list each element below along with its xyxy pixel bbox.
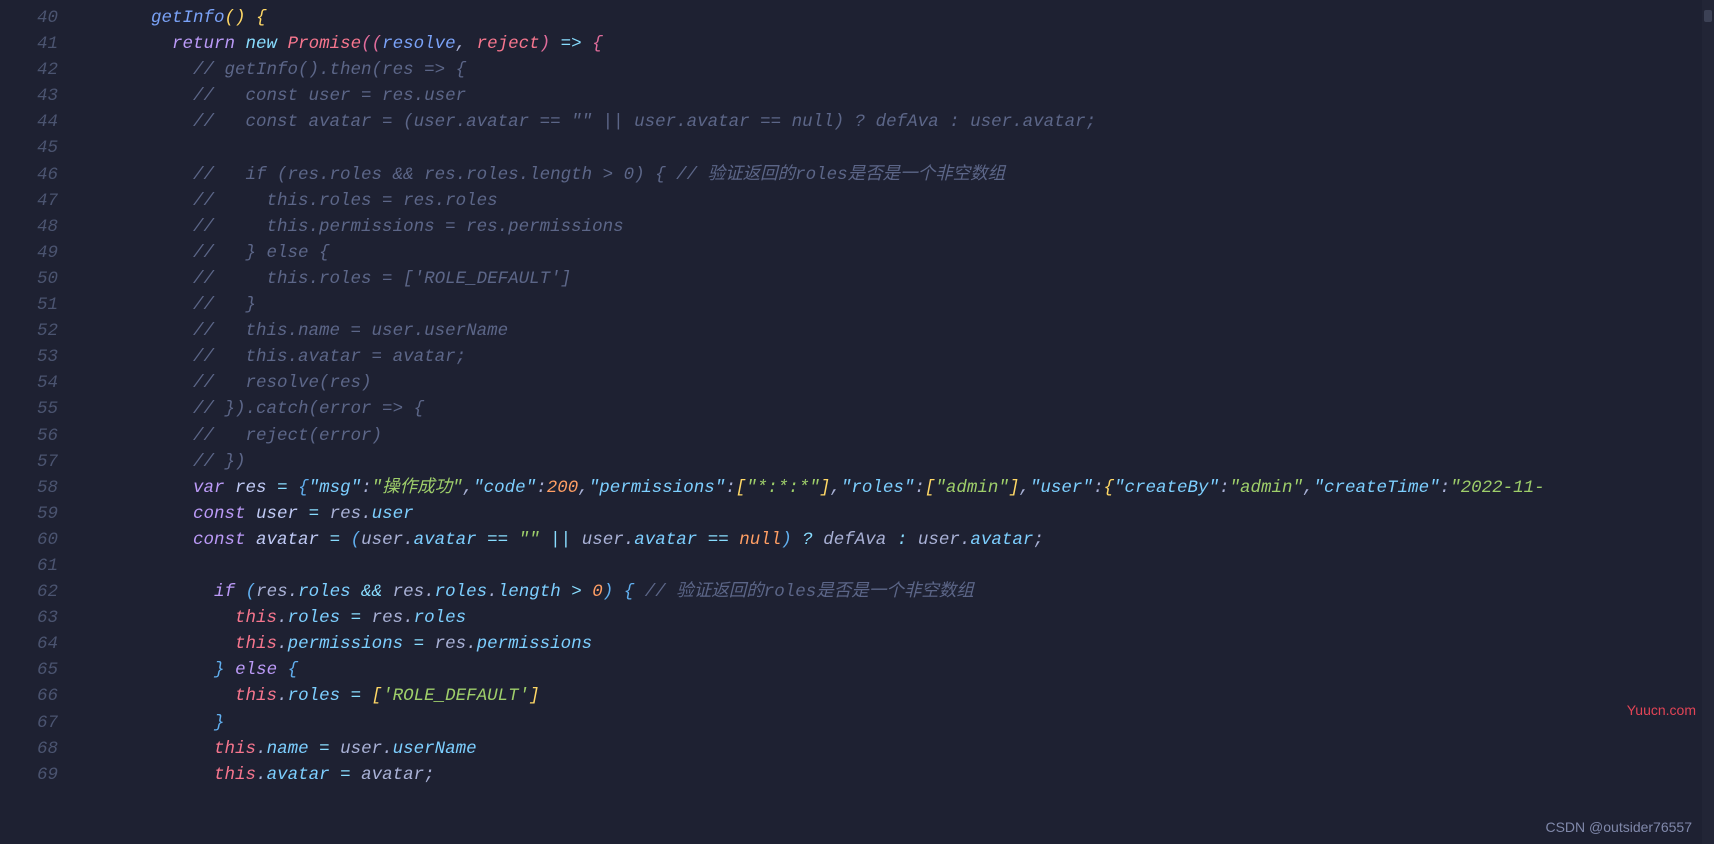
line-number: 52 bbox=[0, 318, 58, 344]
line-number: 67 bbox=[0, 710, 58, 736]
watermark-domain: Yuucn.com bbox=[1627, 700, 1696, 721]
line-number: 49 bbox=[0, 240, 58, 266]
code-line[interactable] bbox=[88, 553, 1714, 579]
code-line[interactable]: this.permissions = res.permissions bbox=[88, 631, 1714, 657]
line-number: 51 bbox=[0, 292, 58, 318]
code-line[interactable]: this.avatar = avatar; bbox=[88, 762, 1714, 788]
line-number: 58 bbox=[0, 475, 58, 501]
line-number: 56 bbox=[0, 423, 58, 449]
code-line[interactable]: // reject(error) bbox=[88, 423, 1714, 449]
line-number: 64 bbox=[0, 631, 58, 657]
line-number-gutter: 4041424344454647484950515253545556575859… bbox=[0, 0, 78, 844]
code-line[interactable]: const avatar = (user.avatar == "" || use… bbox=[88, 527, 1714, 553]
code-line[interactable]: // } else { bbox=[88, 240, 1714, 266]
scroll-thumb[interactable] bbox=[1704, 10, 1712, 22]
line-number: 45 bbox=[0, 135, 58, 161]
line-number: 62 bbox=[0, 579, 58, 605]
line-number: 53 bbox=[0, 344, 58, 370]
line-number: 69 bbox=[0, 762, 58, 788]
code-line[interactable]: // this.roles = ['ROLE_DEFAULT'] bbox=[88, 266, 1714, 292]
line-number: 43 bbox=[0, 83, 58, 109]
line-number: 46 bbox=[0, 162, 58, 188]
code-line[interactable]: // resolve(res) bbox=[88, 370, 1714, 396]
code-line[interactable]: // const user = res.user bbox=[88, 83, 1714, 109]
line-number: 42 bbox=[0, 57, 58, 83]
line-number: 41 bbox=[0, 31, 58, 57]
code-line[interactable]: var res = {"msg":"操作成功","code":200,"perm… bbox=[88, 475, 1714, 501]
line-number: 59 bbox=[0, 501, 58, 527]
watermark-attribution: CSDN @outsider76557 bbox=[1545, 817, 1692, 838]
code-line[interactable]: return new Promise((resolve, reject) => … bbox=[88, 31, 1714, 57]
code-line[interactable]: // const avatar = (user.avatar == "" || … bbox=[88, 109, 1714, 135]
code-line[interactable]: // this.roles = res.roles bbox=[88, 188, 1714, 214]
code-line[interactable]: } else { bbox=[88, 657, 1714, 683]
line-number: 48 bbox=[0, 214, 58, 240]
line-number: 60 bbox=[0, 527, 58, 553]
line-number: 66 bbox=[0, 683, 58, 709]
code-line[interactable]: // this.avatar = avatar; bbox=[88, 344, 1714, 370]
line-number: 47 bbox=[0, 188, 58, 214]
code-content[interactable]: getInfo() { return new Promise((resolve,… bbox=[78, 0, 1714, 844]
line-number: 50 bbox=[0, 266, 58, 292]
line-number: 65 bbox=[0, 657, 58, 683]
line-number: 54 bbox=[0, 370, 58, 396]
line-number: 63 bbox=[0, 605, 58, 631]
code-line[interactable]: getInfo() { bbox=[88, 5, 1714, 31]
line-number: 68 bbox=[0, 736, 58, 762]
code-line[interactable]: } bbox=[88, 710, 1714, 736]
code-line[interactable]: if (res.roles && res.roles.length > 0) {… bbox=[88, 579, 1714, 605]
code-line[interactable]: this.name = user.userName bbox=[88, 736, 1714, 762]
code-line[interactable]: // }).catch(error => { bbox=[88, 396, 1714, 422]
line-number: 40 bbox=[0, 5, 58, 31]
code-line[interactable]: // } bbox=[88, 292, 1714, 318]
code-line[interactable]: this.roles = ['ROLE_DEFAULT'] bbox=[88, 683, 1714, 709]
code-line[interactable]: // this.permissions = res.permissions bbox=[88, 214, 1714, 240]
code-line[interactable]: // this.name = user.userName bbox=[88, 318, 1714, 344]
code-line[interactable]: const user = res.user bbox=[88, 501, 1714, 527]
line-number: 44 bbox=[0, 109, 58, 135]
line-number: 55 bbox=[0, 396, 58, 422]
code-line[interactable]: // }) bbox=[88, 449, 1714, 475]
minimap[interactable] bbox=[1702, 0, 1714, 844]
code-editor[interactable]: 4041424344454647484950515253545556575859… bbox=[0, 0, 1714, 844]
line-number: 57 bbox=[0, 449, 58, 475]
code-line[interactable]: // if (res.roles && res.roles.length > 0… bbox=[88, 162, 1714, 188]
line-number: 61 bbox=[0, 553, 58, 579]
code-line[interactable]: this.roles = res.roles bbox=[88, 605, 1714, 631]
code-line[interactable]: // getInfo().then(res => { bbox=[88, 57, 1714, 83]
code-line[interactable] bbox=[88, 135, 1714, 161]
